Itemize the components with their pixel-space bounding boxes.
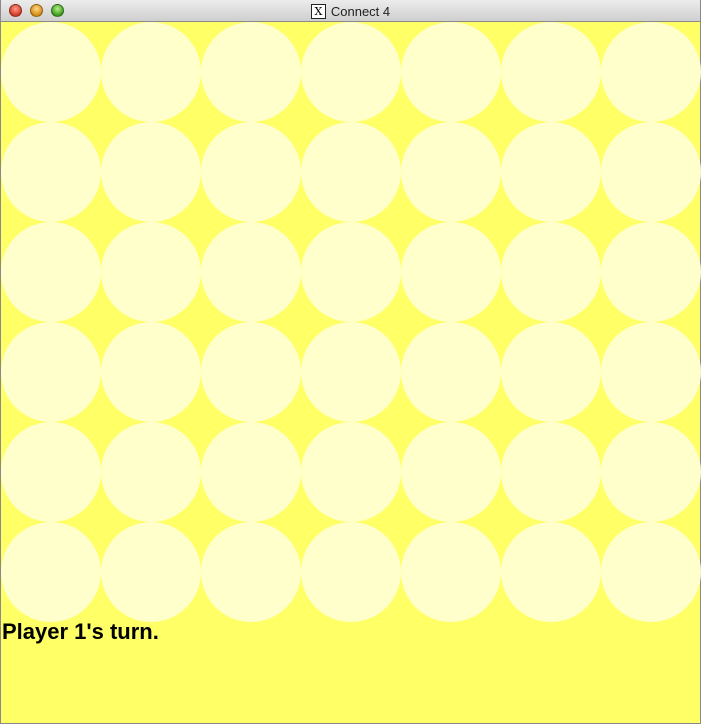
board-cell[interactable] — [101, 422, 201, 522]
board-cell[interactable] — [501, 222, 601, 322]
empty-slot — [1, 322, 101, 422]
board-cell[interactable] — [1, 122, 101, 222]
empty-slot — [301, 422, 401, 522]
board-cell[interactable] — [401, 422, 501, 522]
empty-slot — [401, 422, 501, 522]
empty-slot — [1, 522, 101, 622]
empty-slot — [201, 222, 301, 322]
board-cell[interactable] — [101, 222, 201, 322]
empty-slot — [501, 122, 601, 222]
board-cell[interactable] — [601, 22, 701, 122]
empty-slot — [601, 122, 701, 222]
empty-slot — [301, 222, 401, 322]
board-cell[interactable] — [601, 422, 701, 522]
board-cell[interactable] — [1, 322, 101, 422]
board-cell[interactable] — [201, 122, 301, 222]
x11-icon: X — [310, 3, 326, 19]
empty-slot — [1, 222, 101, 322]
empty-slot — [301, 522, 401, 622]
empty-slot — [601, 522, 701, 622]
board-cell[interactable] — [1, 522, 101, 622]
empty-slot — [1, 422, 101, 522]
empty-slot — [501, 222, 601, 322]
empty-slot — [601, 422, 701, 522]
empty-slot — [601, 222, 701, 322]
board-cell[interactable] — [501, 122, 601, 222]
empty-slot — [601, 22, 701, 122]
board-cell[interactable] — [101, 522, 201, 622]
board-cell[interactable] — [101, 22, 201, 122]
board-cell[interactable] — [301, 222, 401, 322]
board-cell[interactable] — [601, 122, 701, 222]
empty-slot — [401, 122, 501, 222]
board-cell[interactable] — [1, 22, 101, 122]
board-cell[interactable] — [401, 22, 501, 122]
empty-slot — [401, 222, 501, 322]
empty-slot — [101, 22, 201, 122]
board-cell[interactable] — [301, 22, 401, 122]
empty-slot — [501, 522, 601, 622]
empty-slot — [1, 22, 101, 122]
board-cell[interactable] — [201, 322, 301, 422]
empty-slot — [401, 522, 501, 622]
empty-slot — [201, 322, 301, 422]
empty-slot — [201, 122, 301, 222]
board-cell[interactable] — [601, 322, 701, 422]
empty-slot — [501, 422, 601, 522]
empty-slot — [301, 322, 401, 422]
empty-slot — [101, 522, 201, 622]
empty-slot — [101, 122, 201, 222]
turn-status: Player 1's turn. — [2, 619, 159, 644]
board-cell[interactable] — [101, 322, 201, 422]
game-board[interactable] — [1, 22, 701, 622]
board-cell[interactable] — [501, 522, 601, 622]
board-cell[interactable] — [301, 322, 401, 422]
board-cell[interactable] — [601, 522, 701, 622]
empty-slot — [201, 22, 301, 122]
empty-slot — [501, 322, 601, 422]
window-title: Connect 4 — [330, 3, 391, 19]
empty-slot — [301, 22, 401, 122]
board-cell[interactable] — [401, 522, 501, 622]
board-cell[interactable] — [301, 422, 401, 522]
empty-slot — [101, 222, 201, 322]
board-cell[interactable] — [201, 522, 301, 622]
empty-slot — [101, 422, 201, 522]
title-bar[interactable]: X Connect 4 — [1, 0, 700, 22]
app-window: X Connect 4 Player 1's turn. — [0, 0, 701, 724]
empty-slot — [401, 22, 501, 122]
board-cell[interactable] — [401, 322, 501, 422]
empty-slot — [101, 322, 201, 422]
board-cell[interactable] — [401, 122, 501, 222]
board-cell[interactable] — [101, 122, 201, 222]
board-cell[interactable] — [201, 22, 301, 122]
board-cell[interactable] — [501, 22, 601, 122]
board-cell[interactable] — [1, 222, 101, 322]
empty-slot — [301, 122, 401, 222]
board-cell[interactable] — [201, 222, 301, 322]
board-cell[interactable] — [601, 222, 701, 322]
empty-slot — [201, 522, 301, 622]
board-cell[interactable] — [201, 422, 301, 522]
board-cell[interactable] — [301, 522, 401, 622]
empty-slot — [601, 322, 701, 422]
empty-slot — [1, 122, 101, 222]
board-cell[interactable] — [1, 422, 101, 522]
empty-slot — [201, 422, 301, 522]
board-cell[interactable] — [501, 322, 601, 422]
empty-slot — [401, 322, 501, 422]
board-cell[interactable] — [401, 222, 501, 322]
board-cell[interactable] — [501, 422, 601, 522]
empty-slot — [501, 22, 601, 122]
board-cell[interactable] — [301, 122, 401, 222]
title-group: X Connect 4 — [1, 0, 700, 22]
